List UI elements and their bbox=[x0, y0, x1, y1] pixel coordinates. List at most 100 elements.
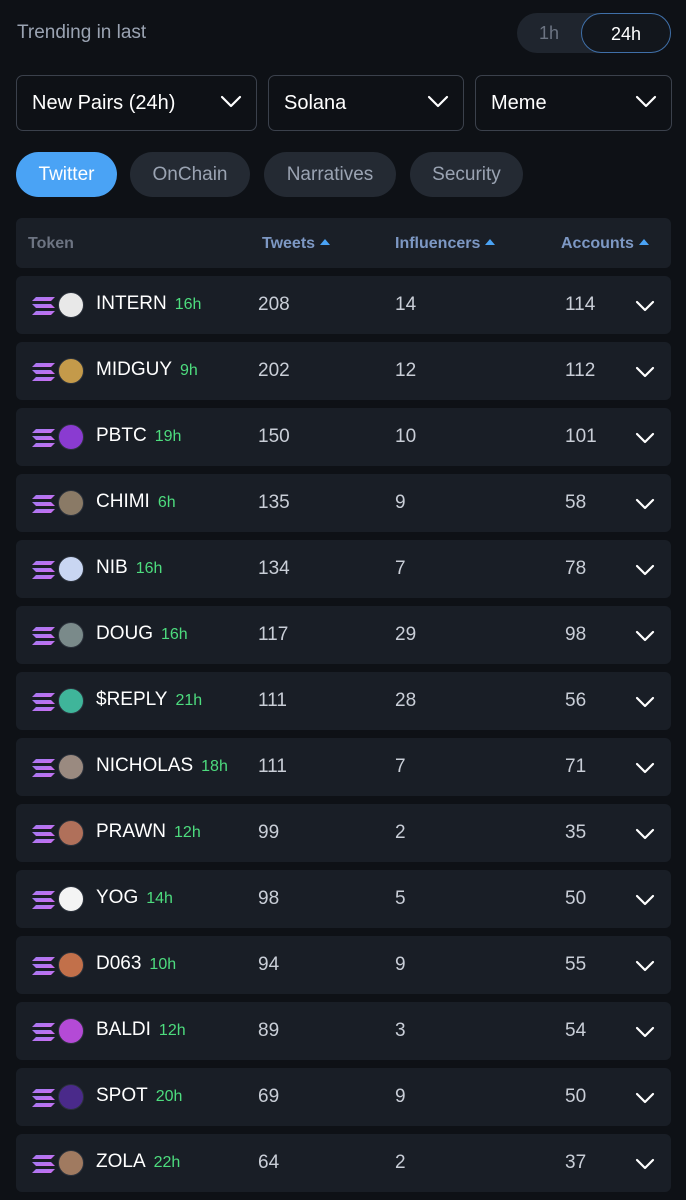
accounts-count: 58 bbox=[565, 492, 587, 513]
token-name: PRAWN 12h bbox=[96, 821, 201, 843]
table-row[interactable]: NIB 16h 134 7 78 bbox=[16, 540, 671, 598]
table-row[interactable]: D063 10h 94 9 55 bbox=[16, 936, 671, 994]
token-symbol: SPOT bbox=[96, 1085, 148, 1106]
table-row[interactable]: BALDI 12h 89 3 54 bbox=[16, 1002, 671, 1060]
influencers-count: 2 bbox=[395, 1152, 406, 1173]
tweets-count: 111 bbox=[258, 690, 287, 711]
table-row[interactable]: INTERN 16h 208 14 114 bbox=[16, 276, 671, 334]
pairs-dropdown[interactable]: New Pairs (24h) bbox=[16, 75, 257, 131]
sort-asc-icon bbox=[638, 239, 649, 245]
token-avatar bbox=[58, 952, 84, 978]
token-age: 12h bbox=[174, 824, 201, 841]
token-avatar bbox=[58, 1084, 84, 1110]
category-dropdown-label: Meme bbox=[491, 92, 547, 114]
influencers-count: 3 bbox=[395, 1020, 406, 1041]
token-symbol: MIDGUY bbox=[96, 359, 172, 380]
trending-label: Trending in last bbox=[17, 22, 147, 43]
token-name: CHIMI 6h bbox=[96, 491, 176, 513]
token-symbol: BALDI bbox=[96, 1019, 151, 1040]
table-row[interactable]: CHIMI 6h 135 9 58 bbox=[16, 474, 671, 532]
column-header-token: Token bbox=[28, 235, 74, 253]
accounts-count: 71 bbox=[565, 756, 587, 777]
tweets-count: 111 bbox=[258, 756, 287, 777]
accounts-count: 56 bbox=[565, 690, 587, 711]
influencers-count: 7 bbox=[395, 756, 406, 777]
chevron-down-icon[interactable] bbox=[635, 365, 655, 379]
influencers-count: 12 bbox=[395, 360, 417, 381]
table-row[interactable]: SPOT 20h 69 9 50 bbox=[16, 1068, 671, 1126]
accounts-count: 54 bbox=[565, 1020, 587, 1041]
token-symbol: ZOLA bbox=[96, 1151, 146, 1172]
solana-icon bbox=[32, 1088, 56, 1108]
token-symbol: NIB bbox=[96, 557, 128, 578]
chevron-down-icon[interactable] bbox=[635, 959, 655, 973]
chevron-down-icon[interactable] bbox=[635, 431, 655, 445]
table-row[interactable]: YOG 14h 98 5 50 bbox=[16, 870, 671, 928]
chevron-down-icon[interactable] bbox=[635, 563, 655, 577]
chevron-down-icon[interactable] bbox=[635, 629, 655, 643]
token-avatar bbox=[58, 424, 84, 450]
token-symbol: DOUG bbox=[96, 623, 153, 644]
tweets-count: 64 bbox=[258, 1152, 280, 1173]
influencers-count: 9 bbox=[395, 954, 406, 975]
period-option-1h[interactable]: 1h bbox=[517, 13, 581, 53]
table-row[interactable]: $REPLY 21h 111 28 56 bbox=[16, 672, 671, 730]
accounts-count: 112 bbox=[565, 360, 596, 381]
tab-security[interactable]: Security bbox=[410, 152, 523, 197]
tweets-count: 202 bbox=[258, 360, 290, 381]
token-avatar bbox=[58, 490, 84, 516]
pairs-dropdown-label: New Pairs (24h) bbox=[32, 92, 176, 114]
sort-asc-icon bbox=[320, 239, 331, 245]
solana-icon bbox=[32, 560, 56, 580]
column-header-tweets[interactable]: Tweets bbox=[262, 235, 331, 253]
chevron-down-icon[interactable] bbox=[635, 299, 655, 313]
column-header-influencers[interactable]: Influencers bbox=[395, 235, 496, 253]
table-row[interactable]: DOUG 16h 117 29 98 bbox=[16, 606, 671, 664]
table-row[interactable]: MIDGUY 9h 202 12 112 bbox=[16, 342, 671, 400]
chevron-down-icon[interactable] bbox=[635, 695, 655, 709]
token-age: 16h bbox=[161, 626, 188, 643]
chevron-down-icon[interactable] bbox=[635, 1091, 655, 1105]
chevron-down-icon[interactable] bbox=[635, 893, 655, 907]
table-row[interactable]: ZOLA 22h 64 2 37 bbox=[16, 1134, 671, 1192]
accounts-count: 35 bbox=[565, 822, 587, 843]
column-header-accounts[interactable]: Accounts bbox=[561, 235, 649, 253]
solana-icon bbox=[32, 1022, 56, 1042]
period-option-24h[interactable]: 24h bbox=[581, 13, 671, 53]
chevron-down-icon bbox=[635, 95, 657, 108]
token-name: DOUG 16h bbox=[96, 623, 188, 645]
table-row[interactable]: PBTC 19h 150 10 101 bbox=[16, 408, 671, 466]
chevron-down-icon[interactable] bbox=[635, 497, 655, 511]
token-age: 16h bbox=[135, 560, 163, 577]
token-age: 16h bbox=[174, 296, 202, 313]
chevron-down-icon bbox=[220, 95, 242, 108]
solana-icon bbox=[32, 428, 56, 448]
table-header: Token Tweets Influencers Accounts bbox=[16, 218, 671, 268]
chain-dropdown[interactable]: Solana bbox=[268, 75, 464, 131]
token-avatar bbox=[58, 688, 84, 714]
token-name: ZOLA 22h bbox=[96, 1151, 180, 1173]
tweets-count: 99 bbox=[258, 822, 280, 843]
category-dropdown[interactable]: Meme bbox=[475, 75, 672, 131]
chevron-down-icon[interactable] bbox=[635, 761, 655, 775]
chevron-down-icon[interactable] bbox=[635, 827, 655, 841]
tweets-count: 134 bbox=[258, 558, 290, 579]
token-symbol: PBTC bbox=[96, 425, 147, 446]
token-symbol: D063 bbox=[96, 953, 142, 974]
tweets-count: 135 bbox=[258, 492, 290, 513]
period-toggle: 1h 24h bbox=[517, 13, 671, 53]
chevron-down-icon[interactable] bbox=[635, 1025, 655, 1039]
token-avatar bbox=[58, 1018, 84, 1044]
token-avatar bbox=[58, 292, 84, 318]
tab-onchain[interactable]: OnChain bbox=[130, 152, 250, 197]
chevron-down-icon[interactable] bbox=[635, 1157, 655, 1171]
influencers-count: 9 bbox=[395, 1086, 406, 1107]
token-symbol: PRAWN bbox=[96, 821, 167, 842]
accounts-count: 78 bbox=[565, 558, 587, 579]
table-row[interactable]: PRAWN 12h 99 2 35 bbox=[16, 804, 671, 862]
tab-twitter[interactable]: Twitter bbox=[16, 152, 117, 197]
tab-narratives[interactable]: Narratives bbox=[264, 152, 396, 197]
influencers-count: 5 bbox=[395, 888, 406, 909]
column-header-token-label: Token bbox=[28, 235, 74, 252]
table-row[interactable]: NICHOLAS 18h 111 7 71 bbox=[16, 738, 671, 796]
